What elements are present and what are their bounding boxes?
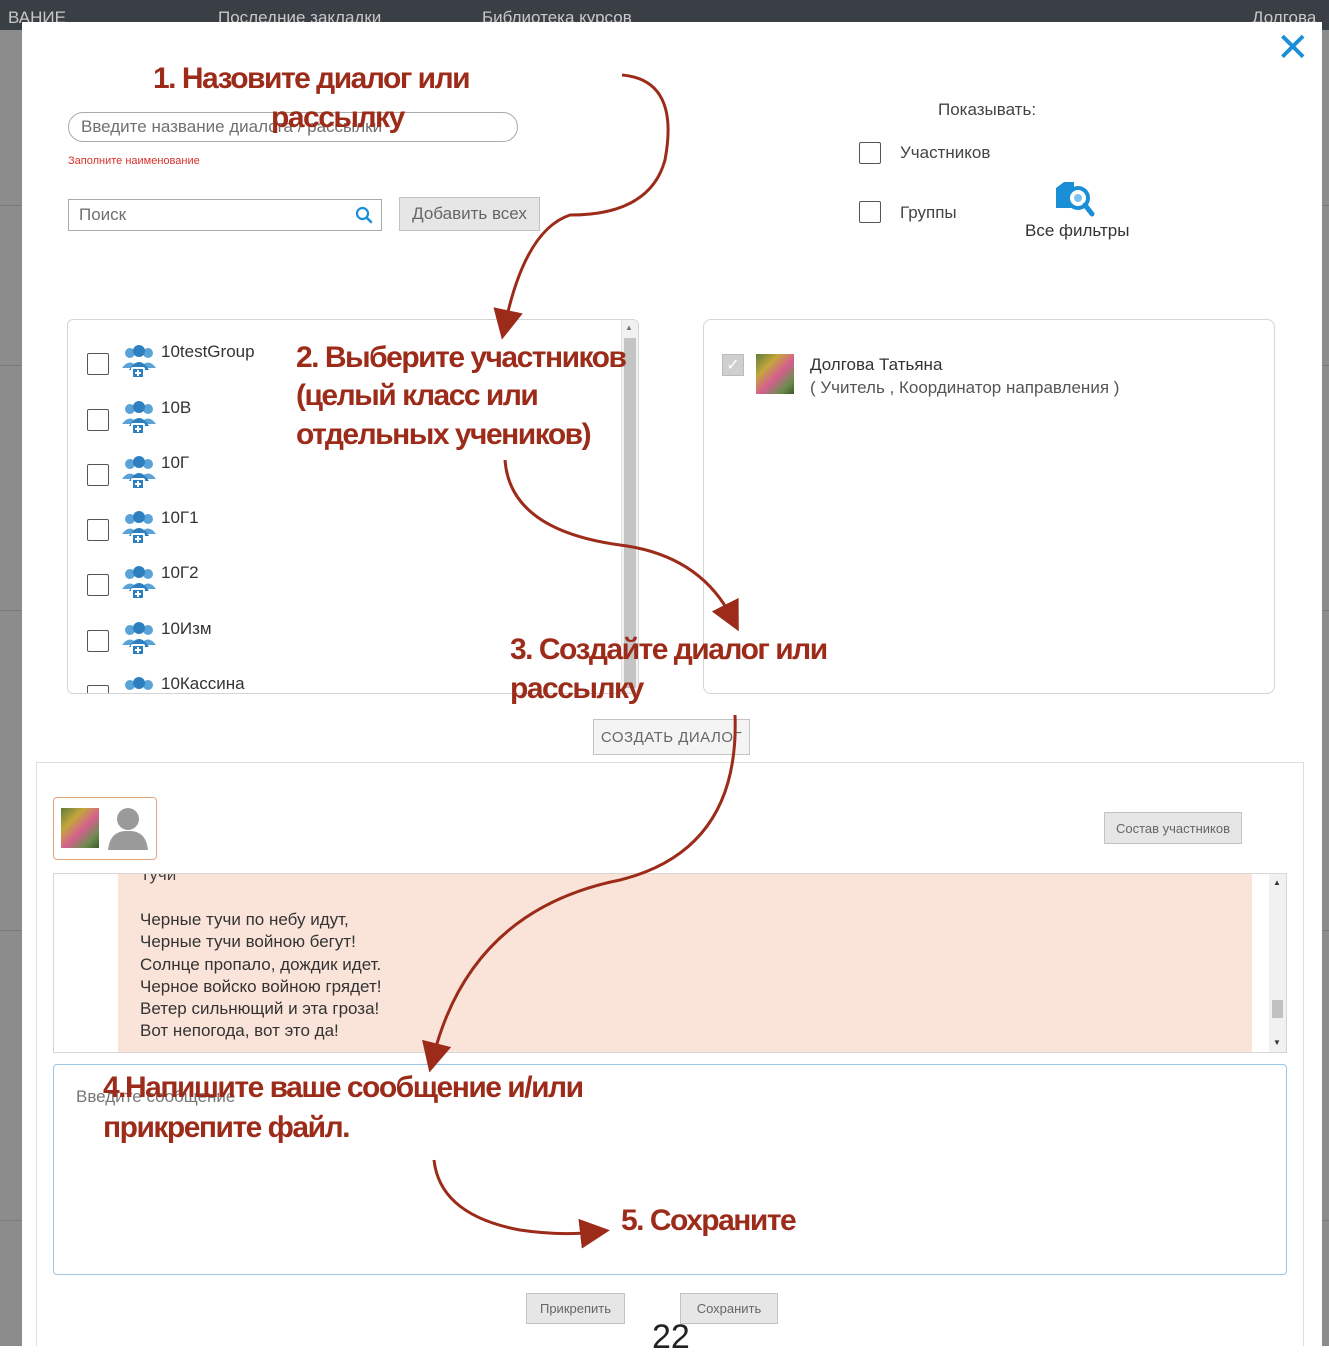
group-checkbox[interactable] (87, 630, 109, 652)
search-input[interactable] (68, 199, 382, 231)
group-checkbox[interactable] (87, 353, 109, 375)
save-button[interactable]: Сохранить (680, 1293, 778, 1324)
step2-note-line2: (целый класс или (296, 379, 539, 412)
group-item-10kassina[interactable]: 10Кассина (85, 674, 505, 693)
close-icon[interactable]: ✕ (1276, 28, 1310, 68)
group-item-10g1[interactable]: 10Г1 (85, 508, 505, 548)
message-line: Черное войско войною грядет! (140, 977, 382, 996)
group-label: 10Изм (161, 619, 212, 638)
user-placeholder-icon (108, 808, 148, 850)
group-checkbox[interactable] (87, 464, 109, 486)
step4-note-line1: 4.Напишите ваше сообщение и/или (103, 1071, 584, 1104)
scroll-thumb[interactable] (1272, 1000, 1283, 1018)
search-icon[interactable] (355, 206, 373, 224)
step3-note-line1: 3. Создайте диалог или (510, 633, 828, 666)
group-icon (122, 566, 156, 600)
message-history[interactable]: Тучи Черные тучи по небу идут, Черные ту… (53, 873, 1287, 1053)
message-line: Черные тучи войною бегут! (140, 932, 356, 951)
participants-filter-label: Участников (900, 143, 991, 162)
dialog-name-error: Заполните наименование (68, 155, 200, 167)
show-filter-label: Показывать: (938, 100, 1037, 119)
group-icon (125, 677, 153, 690)
step4-note-line2: прикрепите файл. (103, 1111, 350, 1144)
message-title: Тучи (140, 873, 177, 884)
group-item-10g[interactable]: 10Г (85, 453, 505, 493)
group-icon (122, 345, 156, 379)
group-checkbox[interactable] (87, 574, 109, 596)
all-filters-label[interactable]: Все фильтры (1025, 221, 1129, 241)
scroll-up-arrow-icon[interactable]: ▲ (625, 323, 633, 332)
attach-button[interactable]: Прикрепить (526, 1293, 625, 1324)
message-line: Вот непогода, вот это да! (140, 1021, 339, 1040)
group-label: 10Г1 (161, 508, 199, 527)
member-checkbox[interactable]: ✓ (722, 354, 744, 376)
step5-note: 5. Сохраните (621, 1204, 797, 1237)
members-list-button[interactable]: Состав участников (1104, 812, 1242, 844)
message-scrollbar[interactable]: ▲ ▼ (1269, 874, 1286, 1052)
group-icon (122, 511, 156, 545)
groups-filter-checkbox[interactable] (859, 201, 881, 223)
participants-avatars[interactable] (53, 797, 157, 860)
member-avatar (61, 808, 99, 848)
group-checkbox[interactable] (87, 409, 109, 431)
create-dialog-button[interactable]: СОЗДАТЬ ДИАЛОГ (593, 719, 750, 755)
group-label: 10Г (161, 453, 190, 472)
member-role: ( Учитель , Координатор направления ) (810, 378, 1120, 397)
group-item-10g2[interactable]: 10Г2 (85, 563, 505, 603)
groups-filter-label: Группы (900, 203, 957, 222)
member-avatar (756, 354, 794, 394)
scroll-up-arrow-icon[interactable]: ▲ (1273, 878, 1281, 887)
step2-note-line1: 2. Выберите участников (296, 341, 627, 374)
message-line: Ветер сильнющий и эта гроза! (140, 999, 380, 1018)
group-icon (122, 622, 156, 656)
group-item-10izm[interactable]: 10Изм (85, 619, 505, 659)
group-label: 10testGroup (161, 342, 255, 361)
participants-filter-checkbox[interactable] (859, 142, 881, 164)
group-label: 10Кассина (161, 674, 245, 693)
step2-note-line3: отдельных учеников) (296, 418, 592, 451)
step1-note-line1: 1. Назовите диалог или (153, 62, 471, 95)
member-name: Долгова Татьяна (810, 355, 943, 374)
message-line: Черные тучи по небу идут, (140, 910, 349, 929)
filter-icon[interactable] (1052, 178, 1096, 218)
group-label: 10Г2 (161, 563, 199, 582)
step3-note-line2: рассылку (510, 672, 644, 705)
group-label: 10В (161, 398, 192, 417)
scroll-down-arrow-icon[interactable]: ▼ (1273, 1038, 1281, 1047)
step1-note-line2: рассылку (271, 101, 405, 134)
group-icon (122, 401, 156, 435)
group-checkbox[interactable] (87, 519, 109, 541)
group-icon (122, 456, 156, 490)
add-all-button[interactable]: Добавить всех (399, 197, 540, 231)
page-number: 22 (652, 1318, 690, 1356)
group-checkbox[interactable] (87, 685, 109, 693)
message-line: Солнце пропало, дождик идет. (140, 955, 382, 974)
